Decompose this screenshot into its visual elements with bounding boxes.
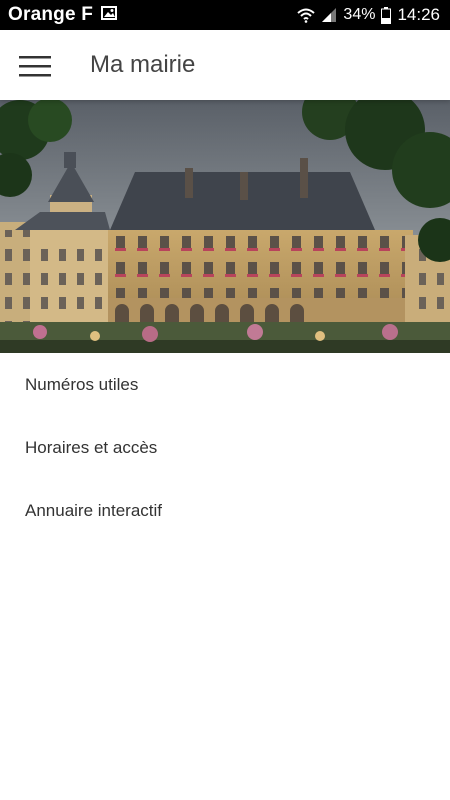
status-left: Orange F (8, 4, 118, 26)
wifi-icon (297, 7, 316, 23)
page-title: Ma mairie (90, 51, 196, 78)
menu-button[interactable] (14, 46, 56, 86)
status-bar: Orange F 34% 14:26 (0, 0, 450, 30)
menu-list: Numéros utiles Horaires et accès Annuair… (0, 353, 450, 542)
clock: 14:26 (397, 5, 440, 24)
status-right: 34% 14:26 (297, 5, 440, 25)
menu-item-horaires-et-acces[interactable]: Horaires et accès (0, 416, 450, 479)
cell-signal-icon (321, 7, 337, 23)
battery-icon (381, 6, 392, 24)
gallery-notification-icon (101, 5, 118, 25)
app-bar: Ma mairie (0, 30, 450, 100)
town-hall-photo (0, 100, 450, 353)
carrier-name: Orange F (8, 4, 94, 25)
menu-item-annuaire-interactif[interactable]: Annuaire interactif (0, 479, 450, 542)
battery-percent: 34% (343, 6, 376, 23)
menu-item-numeros-utiles[interactable]: Numéros utiles (0, 353, 450, 416)
hamburger-menu-icon (19, 56, 51, 77)
